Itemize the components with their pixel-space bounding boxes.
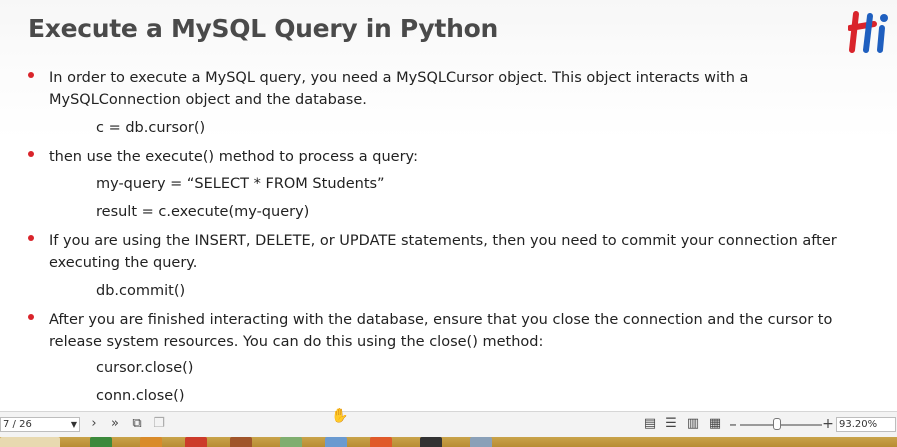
hand-cursor-icon: ✋ [331,407,349,423]
code-line: c = db.cursor() [96,120,206,136]
hi-logo-icon [848,11,888,53]
bullet-dot [28,151,34,157]
bullet-text: then use the execute() method to process… [49,149,418,165]
taskbar-app-icon[interactable] [470,437,492,447]
taskbar-app-icon[interactable] [325,437,347,447]
bullet-text: In order to execute a MySQL query, you n… [49,70,749,108]
slide: Execute a MySQL Query in Python In order… [0,0,897,411]
code-line: db.commit() [96,283,186,299]
zoom-slider-track[interactable] [740,424,822,426]
taskbar-app-icon[interactable] [280,437,302,447]
bullet-text: After you are finished interacting with … [49,312,833,350]
next-page-icon[interactable]: › [86,416,102,432]
code-line: conn.close() [96,388,185,404]
code-line: result = c.execute(my-query) [96,204,310,220]
code-line: cursor.close() [96,360,194,376]
zoom-slider-thumb[interactable] [772,418,781,430]
taskbar [0,437,897,447]
zoom-level: 93.20% [839,419,878,430]
slide-title: Execute a MySQL Query in Python [28,14,498,43]
zoom-in-icon[interactable]: + [820,416,836,432]
taskbar-app-icon[interactable] [230,437,252,447]
taskbar-app-icon[interactable] [185,437,207,447]
status-bar: 7 / 26 ▼ › » ⧉ ❐ ▤ ☰ ▥ ▦ – + 93.20% [0,411,897,438]
taskbar-app-icon[interactable] [90,437,112,447]
copy-icon[interactable]: ⧉ [129,416,145,432]
bullet-dot [28,235,34,241]
thumbnails-icon[interactable]: ▦ [707,416,723,432]
code-line: my-query = “SELECT * FROM Students” [96,176,385,192]
taskbar-item[interactable] [0,437,60,447]
continuous-icon[interactable]: ☰ [663,416,679,432]
last-page-icon[interactable]: » [107,416,123,432]
single-page-icon[interactable]: ▤ [642,416,658,432]
facing-icon[interactable]: ▥ [685,416,701,432]
chevron-down-icon[interactable]: ▼ [71,418,77,431]
page-view-icon[interactable]: ❐ [151,416,167,432]
zoom-level-field[interactable]: 93.20% [836,417,896,432]
bullet-text: If you are using the INSERT, DELETE, or … [49,233,837,271]
taskbar-app-icon[interactable] [370,437,392,447]
bullet-dot [28,72,34,78]
taskbar-app-icon[interactable] [140,437,162,447]
taskbar-app-icon[interactable] [420,437,442,447]
bullet-dot [28,314,34,320]
page-indicator-field[interactable]: 7 / 26 ▼ [0,417,80,432]
page-indicator: 7 / 26 [3,419,32,430]
zoom-out-icon[interactable]: – [725,416,741,432]
